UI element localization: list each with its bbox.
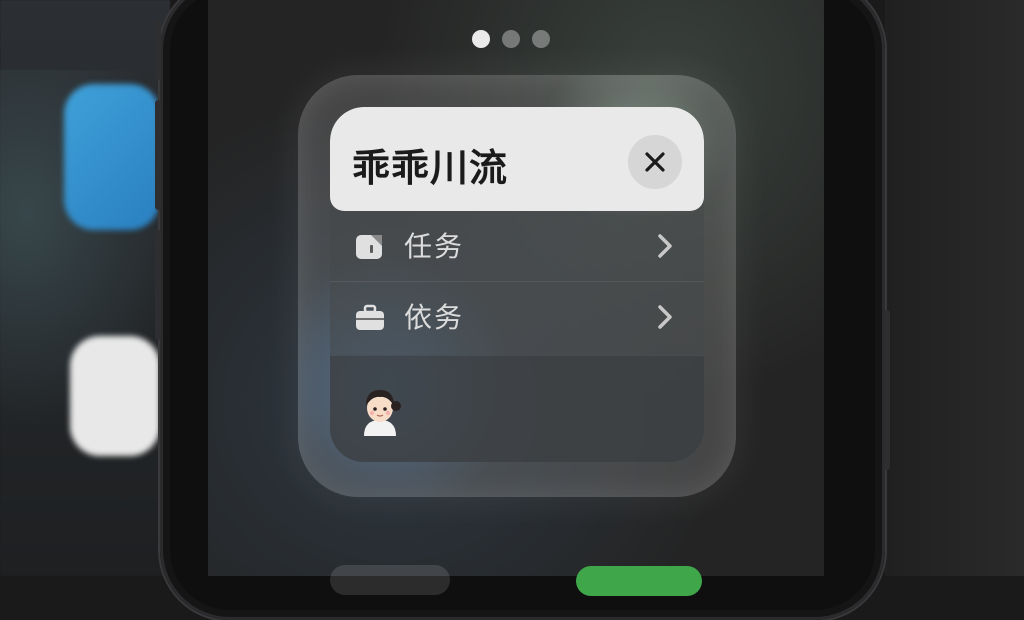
phone-side-button xyxy=(155,20,161,80)
page-dot-active[interactable] xyxy=(472,30,490,48)
list-item-tasks[interactable]: 任务 xyxy=(330,211,704,279)
close-icon xyxy=(645,152,665,172)
widget-header: 乖乖川流 xyxy=(330,107,704,211)
blurred-app-icon-1 xyxy=(64,84,160,230)
close-button[interactable] xyxy=(628,135,682,189)
dock-app-icon[interactable] xyxy=(330,565,450,595)
chevron-right-icon xyxy=(658,234,672,258)
blurred-app-icon-2 xyxy=(70,336,160,456)
list-item-label: 依务 xyxy=(404,301,465,334)
widget-title: 乖乖川流 xyxy=(352,146,509,190)
briefcase-icon xyxy=(356,304,384,330)
list-item-affairs[interactable]: 依务 xyxy=(330,281,704,350)
phone-side-button xyxy=(155,100,161,210)
phone-side-button xyxy=(884,310,890,470)
widget-card[interactable]: 乖乖川流 任务 依务 xyxy=(330,107,704,462)
page-dot[interactable] xyxy=(502,30,520,48)
note-icon xyxy=(356,235,382,259)
list-item-label: 任务 xyxy=(404,230,465,263)
chevron-right-icon xyxy=(658,305,672,329)
widget-footer xyxy=(330,355,704,462)
dock-app-icon[interactable] xyxy=(576,566,702,596)
phone-side-button xyxy=(155,230,161,340)
page-indicator[interactable] xyxy=(472,30,550,48)
girl-avatar-icon[interactable] xyxy=(358,384,402,436)
background-right xyxy=(885,0,1024,576)
page-dot[interactable] xyxy=(532,30,550,48)
